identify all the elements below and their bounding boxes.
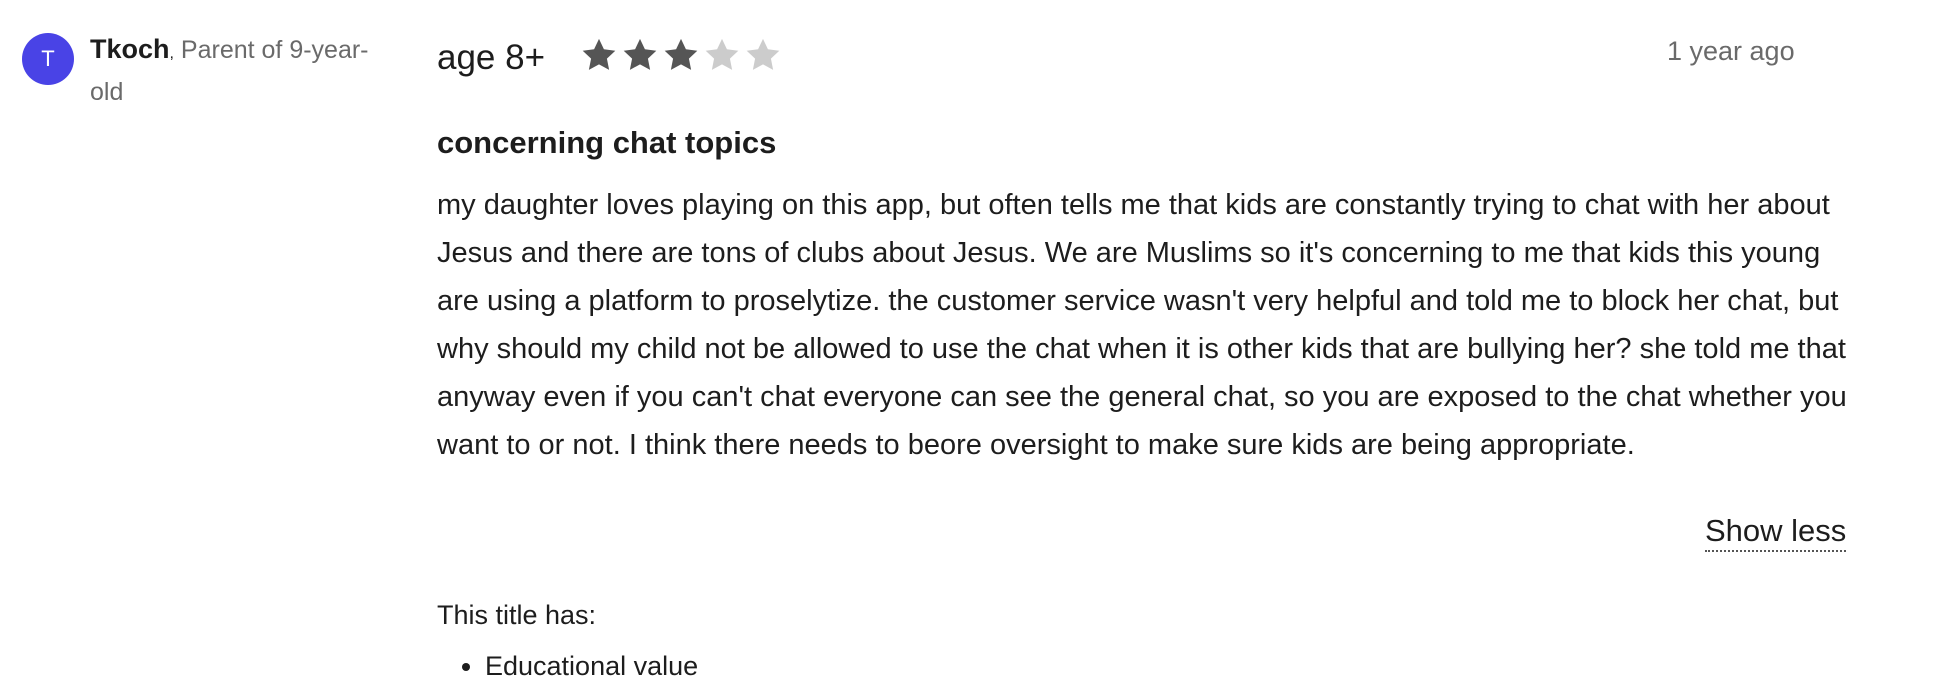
star-filled-icon [582,38,616,70]
age-rating: age 8+ [437,38,546,77]
title-has-label: This title has: [437,600,597,630]
title-has-item: Educational value [485,644,698,688]
review-card: T Tkoch, Parent of 9-year-old age 8+ 1 y… [0,0,1956,698]
review-body: my daughter loves playing on this app, b… [437,189,1847,461]
star-rating [580,36,782,74]
avatar: T [22,33,74,85]
author-name: Tkoch [90,34,170,64]
show-less-link[interactable]: Show less [1705,512,1847,552]
author-info: Tkoch, Parent of 9-year-old [90,30,390,115]
review-date: 1 year ago [1667,36,1795,66]
star-empty-icon [746,38,780,70]
review-title: concerning chat topics [437,125,777,160]
star-filled-icon [623,38,657,70]
star-empty-icon [705,38,739,70]
star-filled-icon [664,38,698,70]
title-has-list: Educational value [437,644,698,688]
